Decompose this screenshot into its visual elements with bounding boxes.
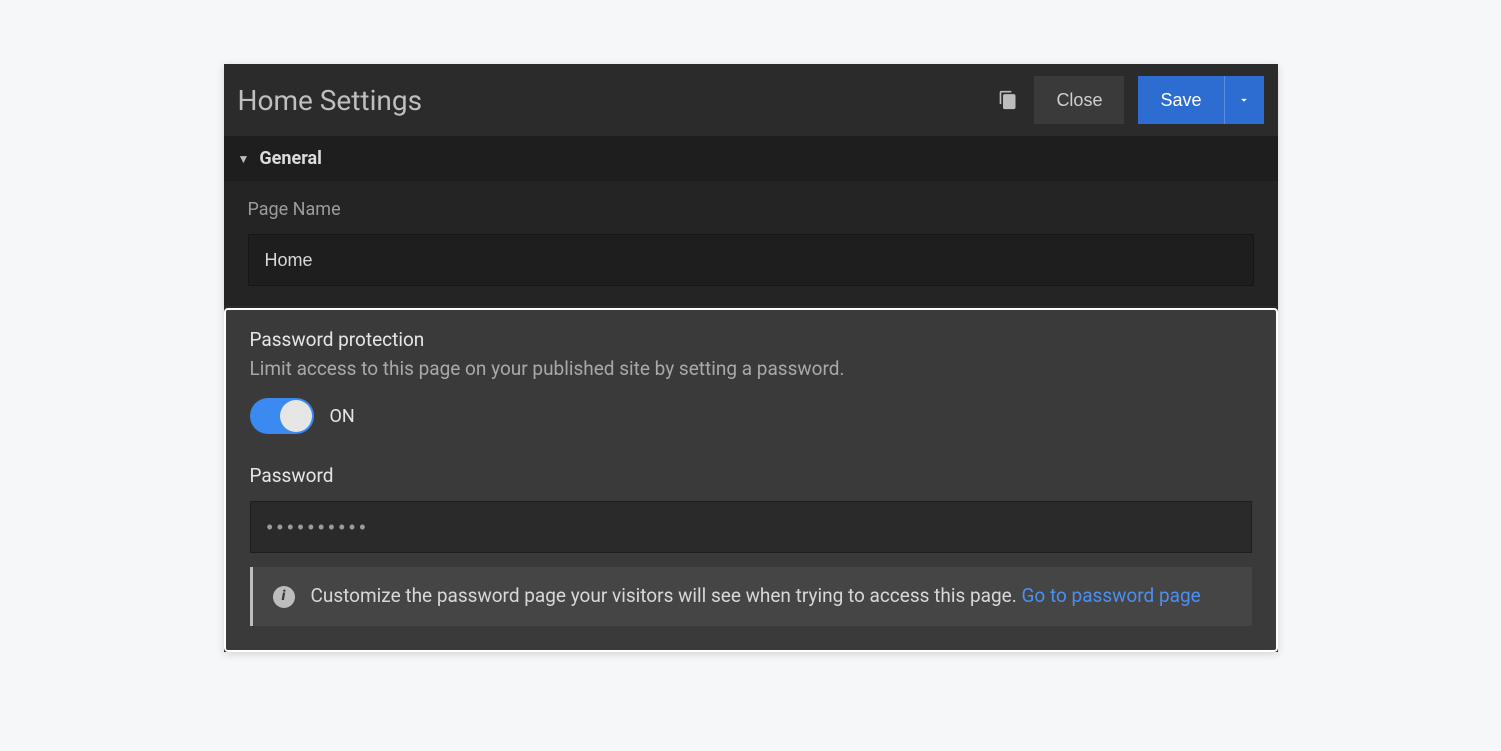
save-button-group: Save <box>1138 76 1263 124</box>
password-protection-title: Password protection <box>250 328 1252 351</box>
password-protection-description: Limit access to this page on your publis… <box>250 357 1252 380</box>
password-info-text: Customize the password page your visitor… <box>311 583 1232 610</box>
info-icon: i <box>273 586 295 608</box>
page-name-input[interactable] <box>248 234 1254 286</box>
password-toggle[interactable] <box>250 398 314 434</box>
settings-panel: Home Settings Close Save ▼ General <box>224 64 1278 652</box>
save-button[interactable]: Save <box>1138 76 1223 124</box>
section-general-body: Page Name <box>224 181 1278 306</box>
password-protection-section: Password protection Limit access to this… <box>224 308 1278 652</box>
panel-header: Home Settings Close Save <box>224 64 1278 136</box>
save-dropdown-caret[interactable] <box>1224 76 1264 124</box>
password-info-box: i Customize the password page your visit… <box>250 567 1252 626</box>
close-button[interactable]: Close <box>1034 76 1124 124</box>
password-toggle-state: ON <box>330 406 355 427</box>
collapse-triangle-icon: ▼ <box>238 152 250 166</box>
copy-icon[interactable] <box>996 88 1020 112</box>
password-field-label: Password <box>250 464 1252 487</box>
page-name-label: Page Name <box>248 199 1254 220</box>
password-input[interactable] <box>250 501 1252 553</box>
section-general-header[interactable]: ▼ General <box>224 136 1278 181</box>
go-to-password-page-link[interactable]: Go to password page <box>1021 584 1200 607</box>
password-info-message: Customize the password page your visitor… <box>311 584 1017 607</box>
password-toggle-row: ON <box>250 398 1252 434</box>
header-actions: Close Save <box>996 76 1263 124</box>
panel-title: Home Settings <box>238 84 997 117</box>
toggle-knob <box>280 400 312 432</box>
chevron-down-icon <box>1237 93 1251 107</box>
section-general-title: General <box>259 148 322 169</box>
